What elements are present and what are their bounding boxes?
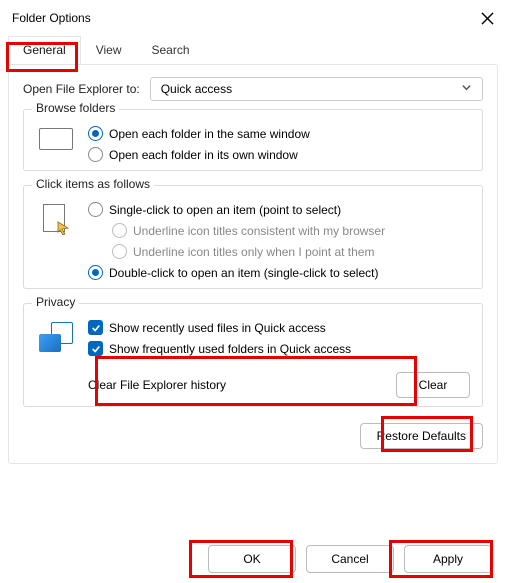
- radio-icon: [88, 265, 103, 280]
- radio-icon: [112, 244, 127, 259]
- double-click-option[interactable]: Double-click to open an item (single-cli…: [88, 265, 470, 280]
- option-label: Show recently used files in Quick access: [109, 321, 326, 335]
- tab-general[interactable]: General: [8, 36, 81, 64]
- option-label: Double-click to open an item (single-cli…: [109, 266, 378, 280]
- privacy-icon: [36, 320, 76, 352]
- radio-icon: [112, 223, 127, 238]
- tab-view[interactable]: View: [81, 36, 137, 64]
- single-click-option[interactable]: Single-click to open an item (point to s…: [88, 202, 470, 217]
- radio-icon: [88, 202, 103, 217]
- file-pointer-icon: [36, 202, 76, 236]
- radio-icon: [88, 147, 103, 162]
- radio-icon: [88, 126, 103, 141]
- option-label: Underline icon titles only when I point …: [133, 245, 374, 259]
- underline-point-option: Underline icon titles only when I point …: [88, 244, 470, 259]
- close-icon[interactable]: [480, 11, 494, 25]
- browse-legend: Browse folders: [32, 101, 119, 115]
- checkbox-icon: [88, 341, 103, 356]
- restore-defaults-button[interactable]: Restore Defaults: [360, 423, 483, 449]
- option-label: Open each folder in its own window: [109, 148, 298, 162]
- tab-search[interactable]: Search: [137, 36, 205, 64]
- window-title: Folder Options: [12, 11, 91, 25]
- chevron-down-icon: [461, 82, 472, 96]
- clear-history-label: Clear File Explorer history: [88, 378, 386, 392]
- tab-strip: General View Search: [0, 36, 506, 64]
- privacy-legend: Privacy: [32, 295, 79, 309]
- option-label: Open each folder in the same window: [109, 127, 310, 141]
- show-recent-files-option[interactable]: Show recently used files in Quick access: [88, 320, 470, 335]
- option-label: Single-click to open an item (point to s…: [109, 203, 341, 217]
- cancel-button[interactable]: Cancel: [306, 545, 394, 573]
- underline-browser-option: Underline icon titles consistent with my…: [88, 223, 470, 238]
- click-legend: Click items as follows: [32, 177, 154, 191]
- ok-button[interactable]: OK: [208, 545, 296, 573]
- folder-icon: [36, 126, 76, 150]
- clear-button[interactable]: Clear: [396, 372, 470, 398]
- open-explorer-select[interactable]: Quick access: [150, 77, 483, 101]
- open-explorer-value: Quick access: [161, 82, 232, 96]
- option-label: Show frequently used folders in Quick ac…: [109, 342, 351, 356]
- apply-button[interactable]: Apply: [404, 545, 492, 573]
- show-frequent-folders-option[interactable]: Show frequently used folders in Quick ac…: [88, 341, 470, 356]
- browse-same-window-option[interactable]: Open each folder in the same window: [88, 126, 470, 141]
- checkbox-icon: [88, 320, 103, 335]
- browse-own-window-option[interactable]: Open each folder in its own window: [88, 147, 470, 162]
- option-label: Underline icon titles consistent with my…: [133, 224, 385, 238]
- open-explorer-label: Open File Explorer to:: [23, 82, 140, 96]
